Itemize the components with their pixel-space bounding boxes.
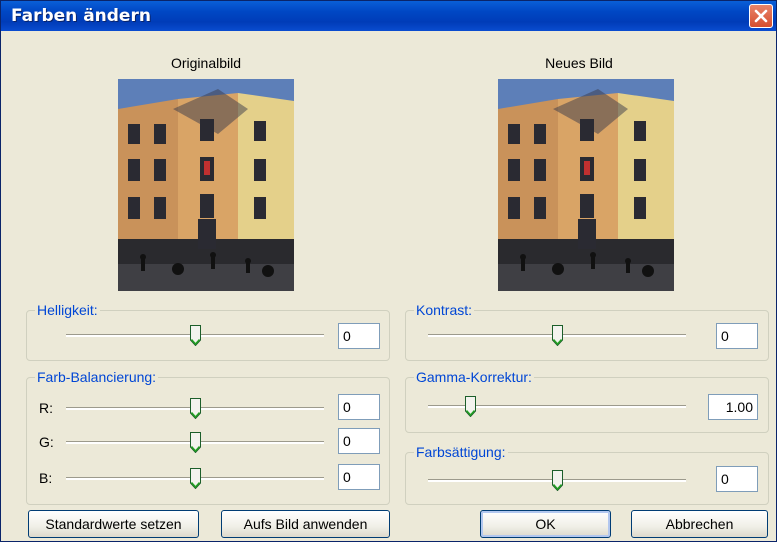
gamma-group: Gamma-Korrektur: 1.00 xyxy=(405,369,769,433)
blue-value-field[interactable]: 0 xyxy=(338,464,380,490)
gamma-value-field[interactable]: 1.00 xyxy=(708,394,758,420)
contrast-slider[interactable] xyxy=(428,325,686,347)
saturation-value-field[interactable]: 0 xyxy=(716,466,758,492)
saturation-group: Farbsättigung: 0 xyxy=(405,444,769,505)
close-icon xyxy=(754,9,768,23)
color-balance-group: Farb-Balancierung: R: 0 G: 0 B: 0 xyxy=(26,369,390,505)
slider-thumb[interactable] xyxy=(190,432,201,453)
ok-button[interactable]: OK xyxy=(480,510,611,538)
contrast-value-field[interactable]: 0 xyxy=(716,323,758,349)
slider-thumb[interactable] xyxy=(552,470,563,491)
cancel-button[interactable]: Abbrechen xyxy=(631,510,768,538)
change-colors-dialog: Farben ändern Originalbild Neues Bild He… xyxy=(0,0,777,542)
green-channel-label: G: xyxy=(39,434,54,450)
gamma-label: Gamma-Korrektur: xyxy=(414,369,534,385)
contrast-label: Kontrast: xyxy=(414,302,475,318)
gamma-slider[interactable] xyxy=(428,396,686,418)
color-balance-label: Farb-Balancierung: xyxy=(35,369,159,385)
brightness-slider[interactable] xyxy=(66,325,324,347)
brightness-value-field[interactable]: 0 xyxy=(338,323,380,349)
green-value-field[interactable]: 0 xyxy=(338,428,380,454)
brightness-label: Helligkeit: xyxy=(35,302,100,318)
window-title: Farben ändern xyxy=(11,6,151,26)
saturation-slider[interactable] xyxy=(428,470,686,492)
title-bar[interactable]: Farben ändern xyxy=(1,1,776,31)
blue-channel-label: B: xyxy=(39,470,53,486)
blue-slider[interactable] xyxy=(66,468,324,490)
red-value-field[interactable]: 0 xyxy=(338,394,380,420)
slider-thumb[interactable] xyxy=(552,325,563,346)
green-slider[interactable] xyxy=(66,432,324,454)
apply-to-image-button[interactable]: Aufs Bild anwenden xyxy=(221,510,390,538)
set-defaults-button[interactable]: Standardwerte setzen xyxy=(28,510,199,538)
red-channel-label: R: xyxy=(39,400,53,416)
new-image-caption: Neues Bild xyxy=(545,55,613,71)
slider-thumb[interactable] xyxy=(190,325,201,346)
new-image-preview xyxy=(498,79,674,291)
contrast-group: Kontrast: 0 xyxy=(405,302,769,361)
slider-thumb[interactable] xyxy=(190,398,201,419)
slider-thumb[interactable] xyxy=(465,396,476,417)
saturation-label: Farbsättigung: xyxy=(414,444,508,460)
brightness-group: Helligkeit: 0 xyxy=(26,302,390,361)
slider-thumb[interactable] xyxy=(190,468,201,489)
close-button[interactable] xyxy=(749,4,773,28)
red-slider[interactable] xyxy=(66,398,324,420)
original-image-preview xyxy=(118,79,294,291)
original-image-caption: Originalbild xyxy=(170,55,242,71)
